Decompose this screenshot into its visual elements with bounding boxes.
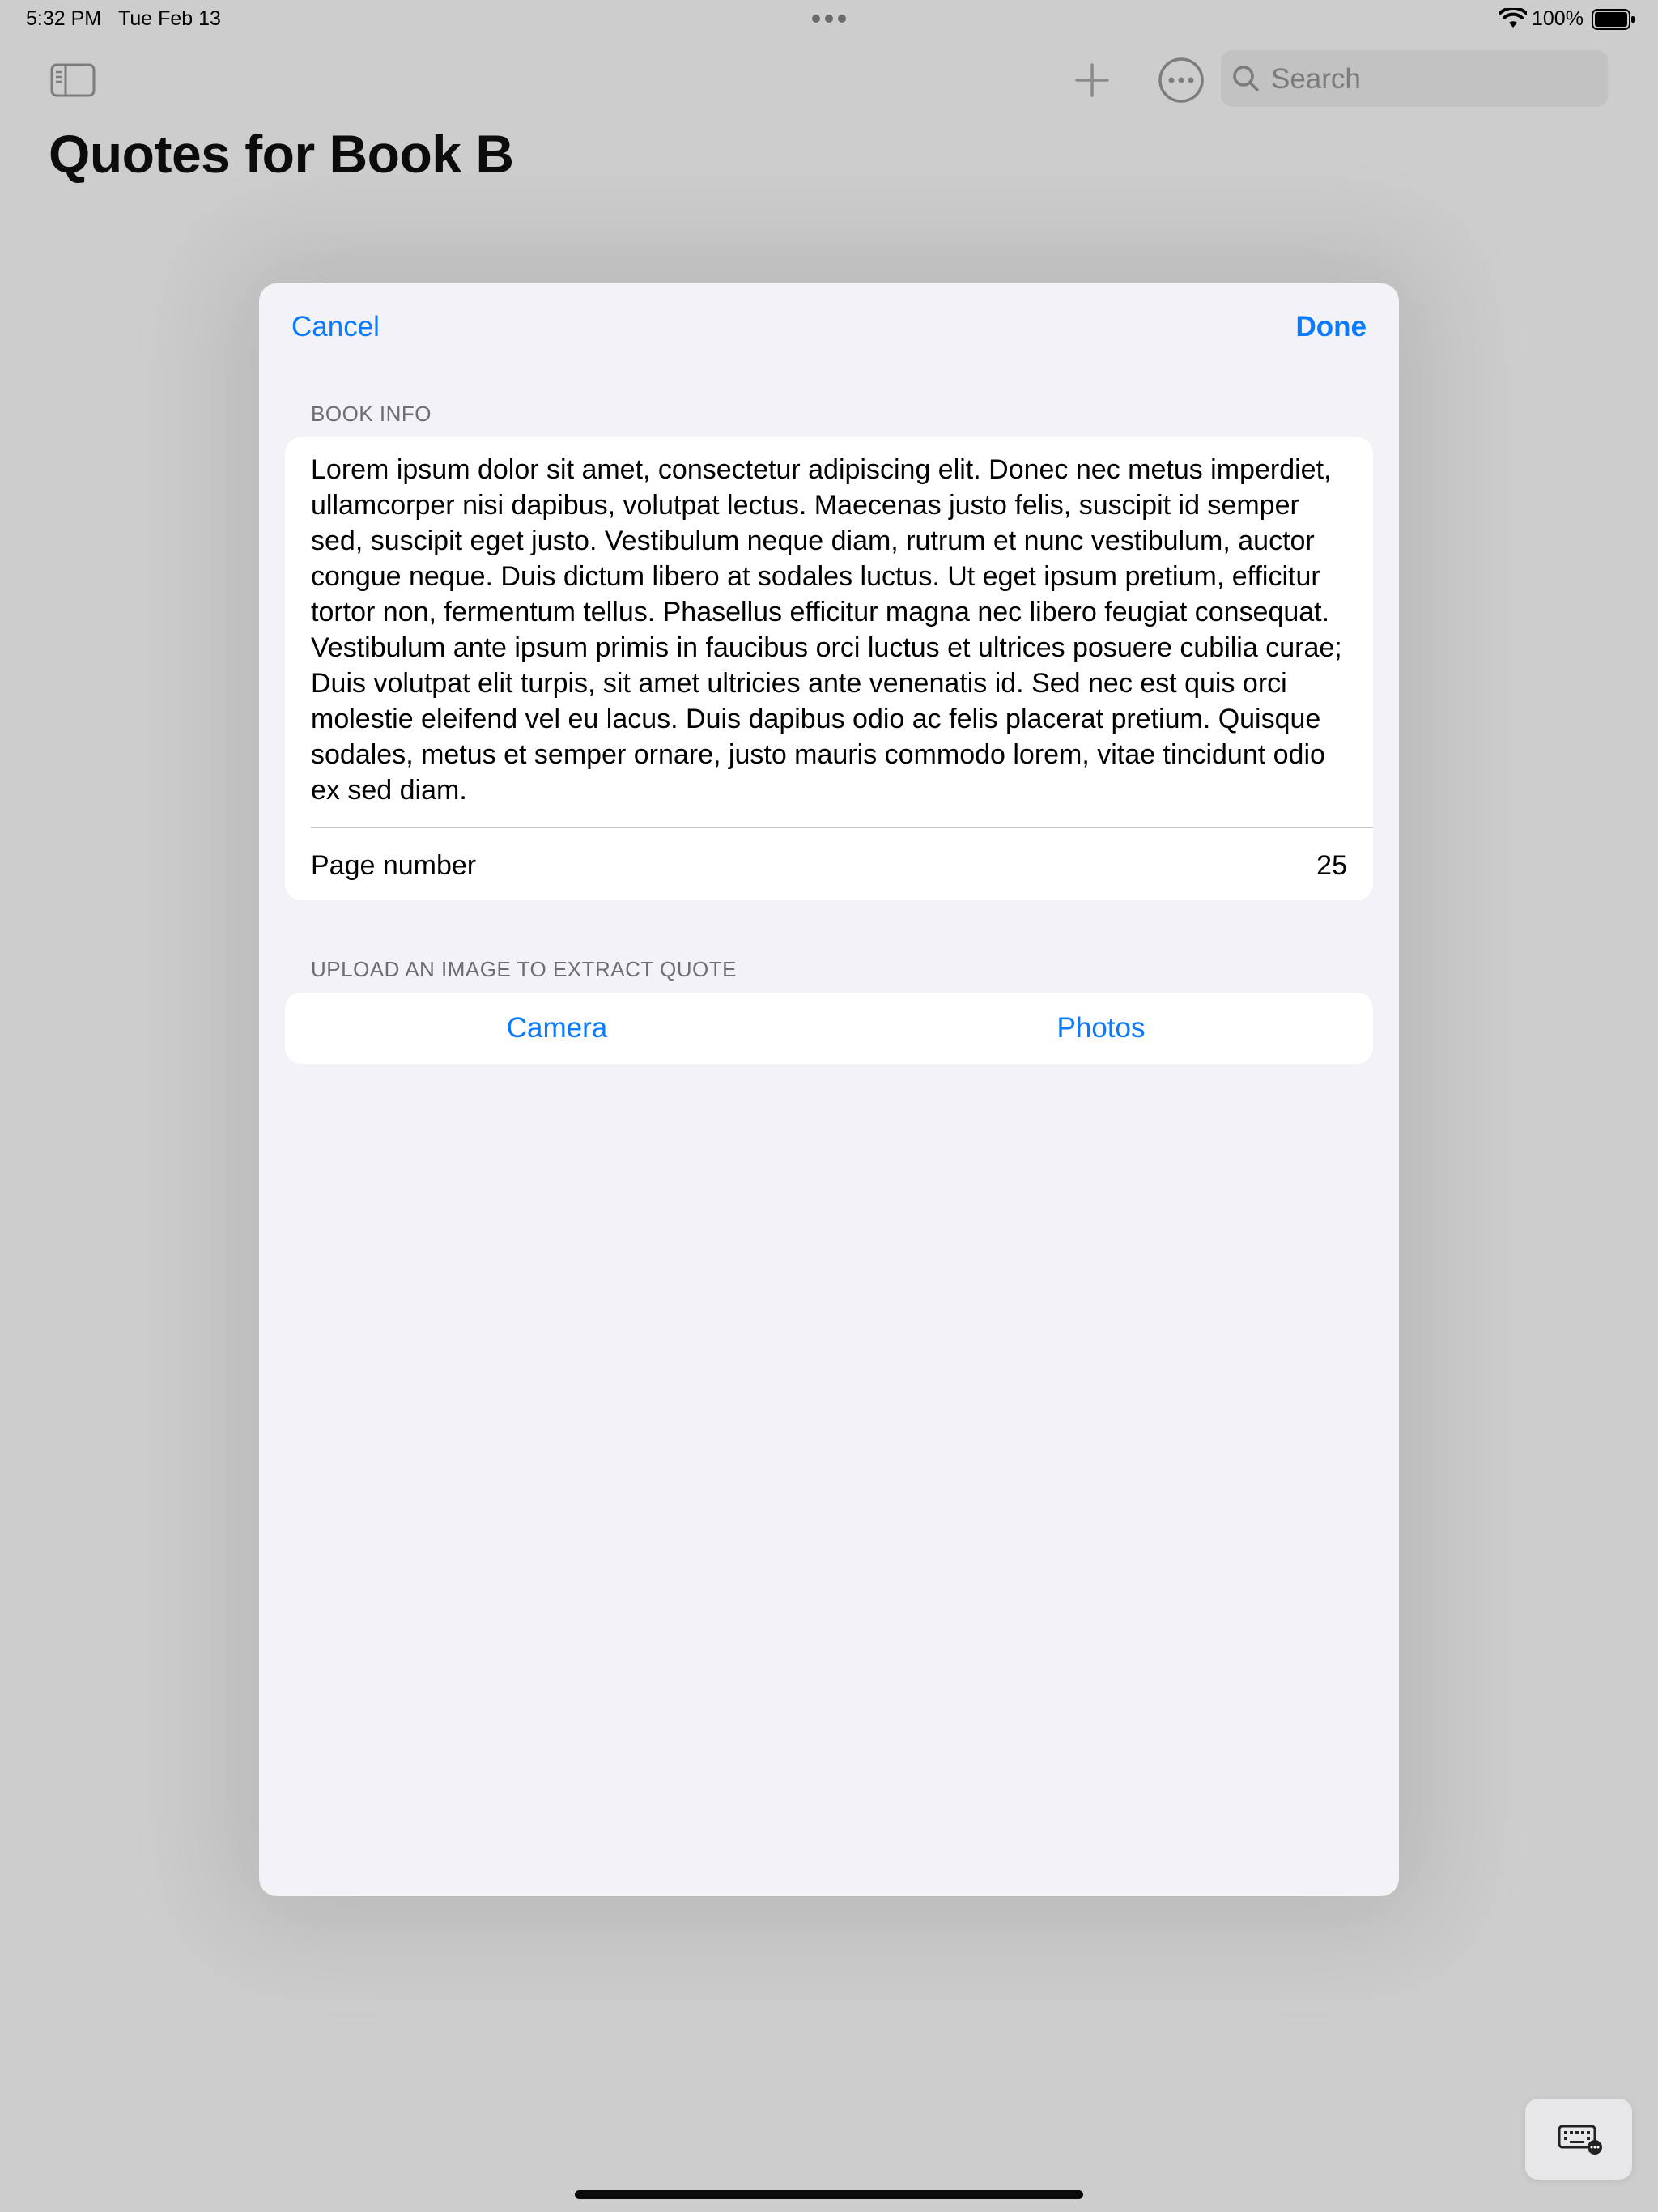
wifi-icon <box>1499 8 1527 28</box>
search-field[interactable]: Search <box>1221 50 1608 107</box>
page-number-field[interactable]: 25 <box>1316 850 1347 882</box>
keyboard-icon <box>1558 2125 1602 2155</box>
book-info-header: BOOK INFO <box>311 402 432 426</box>
photos-button[interactable]: Photos <box>829 993 1373 1064</box>
cancel-button[interactable]: Cancel <box>291 311 380 343</box>
upload-image-card: Camera Photos <box>285 993 1373 1064</box>
page-title: Quotes for Book B <box>49 124 514 184</box>
keyboard-button[interactable] <box>1525 2099 1632 2180</box>
camera-button[interactable]: Camera <box>285 993 829 1064</box>
sidebar-icon[interactable] <box>50 63 96 97</box>
multitasking-dots-icon[interactable] <box>811 14 847 23</box>
status-bar: 5:32 PM Tue Feb 13 100% <box>0 0 1658 39</box>
upload-image-header: UPLOAD AN IMAGE TO EXTRACT QUOTE <box>311 957 737 981</box>
status-date: Tue Feb 13 <box>118 7 221 30</box>
book-info-card: Lorem ipsum dolor sit amet, consectetur … <box>285 437 1373 900</box>
status-time: 5:32 PM <box>26 7 102 30</box>
done-button[interactable]: Done <box>1296 311 1367 343</box>
quote-text-field[interactable]: Lorem ipsum dolor sit amet, consectetur … <box>311 452 1355 808</box>
row-divider <box>311 827 1373 828</box>
ellipsis-circle-icon[interactable] <box>1158 57 1205 104</box>
battery-icon <box>1592 9 1635 30</box>
battery-percentage: 100% <box>1532 7 1584 30</box>
home-indicator <box>575 2190 1083 2199</box>
search-icon <box>1233 66 1259 91</box>
search-placeholder: Search <box>1271 63 1361 95</box>
add-quote-sheet: Cancel Done BOOK INFO Lorem ipsum dolor … <box>259 283 1399 1896</box>
page-number-label: Page number <box>311 850 477 881</box>
plus-icon[interactable] <box>1073 62 1111 99</box>
